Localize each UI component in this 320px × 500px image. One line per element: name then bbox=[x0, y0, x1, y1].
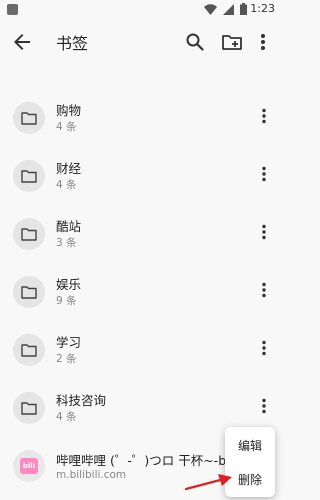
folder-row[interactable]: 5 条 bbox=[0, 62, 281, 78]
folder-count: 2 条 bbox=[56, 353, 77, 365]
folder-more-button[interactable] bbox=[256, 162, 272, 186]
more-options-button[interactable] bbox=[255, 30, 271, 54]
folder-more-button[interactable] bbox=[256, 104, 272, 128]
new-folder-button[interactable] bbox=[220, 30, 244, 54]
more-vert-icon bbox=[262, 224, 266, 240]
folder-more-button[interactable] bbox=[256, 278, 272, 302]
back-button[interactable] bbox=[10, 30, 34, 54]
folder-title: 购物 bbox=[56, 103, 82, 118]
wifi-icon bbox=[204, 3, 217, 15]
folder-more-button[interactable] bbox=[256, 394, 272, 418]
folder-icon bbox=[21, 286, 37, 299]
more-vert-icon bbox=[262, 166, 266, 182]
folder-icon-circle bbox=[13, 276, 45, 308]
bookmark-url: m.bilibili.com bbox=[56, 469, 127, 481]
status-time: 1:23 bbox=[250, 2, 275, 15]
folder-title: 娱乐 bbox=[56, 277, 82, 292]
folder-icon bbox=[21, 402, 37, 415]
more-vert-icon bbox=[262, 282, 266, 298]
folder-title: 科技咨询 bbox=[56, 393, 107, 408]
more-vert-icon bbox=[262, 340, 266, 356]
notification-icon bbox=[7, 4, 18, 15]
bilibili-favicon: bili bbox=[13, 450, 45, 482]
search-icon bbox=[186, 33, 204, 51]
folder-more-button[interactable] bbox=[256, 220, 272, 244]
folder-icon bbox=[21, 170, 37, 183]
new-folder-icon bbox=[222, 35, 242, 50]
folder-icon-circle bbox=[13, 392, 45, 424]
folder-title: 学习 bbox=[56, 335, 82, 350]
folder-count: 9 条 bbox=[56, 295, 77, 307]
more-vert-icon bbox=[262, 398, 266, 414]
folder-row[interactable]: 财经 4 条 bbox=[0, 150, 281, 208]
folder-count: 4 条 bbox=[56, 179, 77, 191]
status-bar: 1:23 bbox=[0, 0, 281, 22]
folder-icon-circle bbox=[13, 160, 45, 192]
folder-title: 财经 bbox=[56, 161, 82, 176]
folder-icon-circle bbox=[13, 102, 45, 134]
more-vert-icon bbox=[262, 108, 266, 124]
folder-row[interactable]: 酷站 3 条 bbox=[0, 208, 281, 266]
edit-menu-item[interactable]: 编辑 bbox=[225, 429, 275, 461]
bookmark-title: 哔哩哔哩 (゜-゜)つロ 干杯~-bili bbox=[56, 453, 237, 468]
signal-icon bbox=[223, 3, 234, 15]
bilibili-logo-icon: bili bbox=[20, 458, 38, 474]
folder-icon bbox=[21, 344, 37, 357]
folder-more-button[interactable] bbox=[256, 336, 272, 360]
folder-count: 4 条 bbox=[56, 121, 77, 133]
folder-icon bbox=[21, 228, 37, 241]
folder-count: 4 条 bbox=[56, 411, 77, 423]
folder-row[interactable]: 学习 2 条 bbox=[0, 324, 281, 382]
status-icons bbox=[204, 3, 247, 15]
search-button[interactable] bbox=[183, 30, 207, 54]
folder-title: 酷站 bbox=[56, 219, 82, 234]
app-bar: 书签 bbox=[0, 22, 281, 62]
folder-icon-circle bbox=[13, 334, 45, 366]
back-arrow-icon bbox=[14, 34, 30, 50]
folder-icon bbox=[21, 112, 37, 125]
page-title: 书签 bbox=[56, 34, 89, 53]
red-arrow-icon bbox=[184, 474, 232, 491]
folder-count: 3 条 bbox=[56, 237, 77, 249]
folder-icon-circle bbox=[13, 218, 45, 250]
more-vert-icon bbox=[261, 34, 265, 50]
folder-row[interactable]: 购物 4 条 bbox=[0, 92, 281, 150]
battery-icon bbox=[240, 3, 247, 15]
folder-row[interactable]: 娱乐 9 条 bbox=[0, 266, 281, 324]
